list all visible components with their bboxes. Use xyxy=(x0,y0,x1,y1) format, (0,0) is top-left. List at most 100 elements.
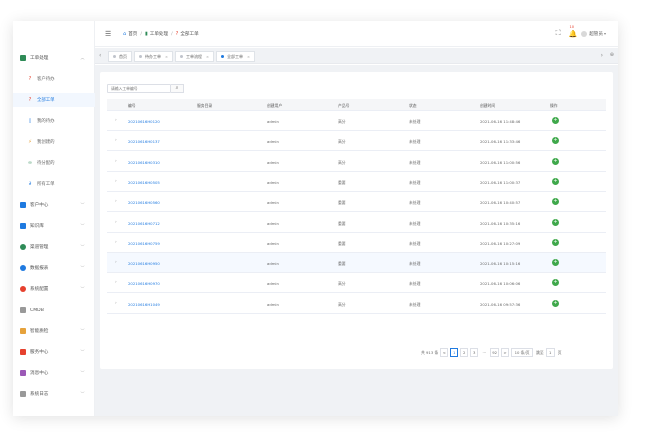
chevron-down-icon[interactable]: ▾ xyxy=(604,31,606,36)
ticket-id-link[interactable]: 20210616H0759 xyxy=(128,241,160,246)
expand-row-icon[interactable]: › xyxy=(115,301,117,306)
expand-row-icon[interactable]: › xyxy=(115,159,117,164)
view-action-icon[interactable]: + xyxy=(552,137,559,145)
tabs-scroll-right-icon[interactable]: › xyxy=(601,52,603,59)
tab-all-tickets[interactable]: 全部工单 × xyxy=(216,51,256,62)
view-action-icon[interactable]: + xyxy=(552,117,559,124)
expand-row-icon[interactable]: › xyxy=(115,179,117,184)
sidebar-item-channels[interactable]: 渠道管理 ﹀ xyxy=(13,240,95,254)
table-row[interactable]: › 20210616H0759 admin 重要 未处理 2021-06-16 10:27… xyxy=(107,232,606,253)
pagination-ellipsis[interactable]: ... xyxy=(480,348,488,357)
table-row[interactable]: › 20210616H0712 admin 重要 未处理 2021-06-16 10:35… xyxy=(107,212,606,233)
sidebar-item-cmdb[interactable]: CMDB xyxy=(13,303,95,317)
sidebar-subitem-my-todo[interactable]: ▯ 我的待办 xyxy=(13,114,95,128)
table-row[interactable]: › 20210616H0137 admin 高分 未处理 2021-06-16 11:33… xyxy=(107,131,606,152)
sidebar-subitem-label: 我创建的 xyxy=(37,140,55,145)
breadcrumb-item-ticket-processing[interactable]: 工单处理 xyxy=(150,31,168,37)
view-action-icon[interactable]: + xyxy=(552,238,559,246)
search-button[interactable]: ⌕ xyxy=(171,84,184,93)
sidebar-item-knowledge-base[interactable]: 知识库 ﹀ xyxy=(13,219,95,233)
ticket-id-link[interactable]: 20210616H0310 xyxy=(128,160,160,165)
cell-status: 未处理 xyxy=(409,200,421,206)
close-icon[interactable]: × xyxy=(247,55,250,59)
chevron-down-icon: ﹀ xyxy=(80,328,85,333)
tab-home[interactable]: 首页 xyxy=(108,51,132,62)
breadcrumb-item-home[interactable]: 首页 xyxy=(128,31,137,37)
tabs-scroll-left-icon[interactable]: ‹ xyxy=(99,52,101,59)
cell-created-time: 2021-06-16 11:48:46 xyxy=(480,119,521,124)
ticket-id-link[interactable]: 20210616H0505 xyxy=(128,180,160,185)
pagination-page-2[interactable]: 2 xyxy=(460,348,469,357)
view-action-icon[interactable]: + xyxy=(552,218,559,226)
message-icon xyxy=(20,370,26,376)
expand-row-icon[interactable]: › xyxy=(115,220,117,225)
ticket-id-link[interactable]: 20210616H0120 xyxy=(128,119,160,124)
fullscreen-icon[interactable]: ⛶ xyxy=(556,29,561,38)
ticket-id-link[interactable]: 20210616H1049 xyxy=(128,302,160,307)
table-row[interactable]: › 20210616H0120 admin 高分 未处理 2021-06-16 11:48… xyxy=(107,111,606,131)
ticket-id-link[interactable]: 20210616H0712 xyxy=(128,221,160,226)
menu-toggle-icon[interactable]: ☰ xyxy=(105,30,111,38)
tabs-menu-icon[interactable]: ⊕ xyxy=(610,52,614,58)
expand-row-icon[interactable]: › xyxy=(115,280,117,285)
expand-row-icon[interactable]: › xyxy=(115,138,117,143)
sidebar-subitem-all-orders[interactable]: ∂ 所有工单 xyxy=(13,177,95,191)
table-row[interactable]: › 20210616H0560 admin 重要 未处理 2021-06-16 10:40… xyxy=(107,192,606,213)
ticket-id-link[interactable]: 20210616H0560 xyxy=(128,200,160,205)
sidebar-item-quality-check[interactable]: 智能质检 ﹀ xyxy=(13,324,95,338)
goto-page-input[interactable]: 1 xyxy=(545,348,555,357)
pagination-page-last[interactable]: 92 xyxy=(490,348,500,357)
sidebar-subitem-my-created[interactable]: ⚡ 我创建的 xyxy=(13,135,95,149)
close-icon[interactable]: × xyxy=(206,55,209,59)
tab-label: 工单流程 xyxy=(186,53,203,59)
sidebar-item-message-center[interactable]: 消息中心 ﹀ xyxy=(13,366,95,380)
pagination-prev-button[interactable]: < xyxy=(440,348,449,357)
page-size-select[interactable]: 10 条/页 xyxy=(511,348,534,357)
expand-row-icon[interactable]: › xyxy=(115,240,117,245)
expand-row-icon[interactable]: › xyxy=(115,118,117,123)
sidebar-subitem-customer-todo[interactable]: ? 客户待办 xyxy=(13,72,95,86)
sidebar-item-system-config[interactable]: 系统配置 ﹀ xyxy=(13,282,95,296)
user-name[interactable]: 超管员 xyxy=(589,31,603,37)
expand-row-icon[interactable]: › xyxy=(115,260,117,265)
view-action-icon[interactable]: + xyxy=(552,299,559,307)
ticket-id-link[interactable]: 20210616H0970 xyxy=(128,281,160,286)
sidebar-item-ticket-processing[interactable]: 工单处理 ︿ xyxy=(13,51,95,65)
notification-bell-icon[interactable]: 🔔 10 xyxy=(568,25,577,38)
chevron-down-icon: ﹀ xyxy=(80,223,85,228)
sidebar-item-reports[interactable]: 数据报表 ﹀ xyxy=(13,261,95,275)
table-row[interactable]: › 20210616H0970 admin 高分 未处理 2021-06-16 10:06… xyxy=(107,273,606,294)
sidebar-item-customer-center[interactable]: 客户中心 ﹀ xyxy=(13,198,95,212)
tab-ticket-flow[interactable]: 工单流程 × xyxy=(175,51,215,62)
avatar[interactable] xyxy=(581,30,588,37)
view-action-icon[interactable]: + xyxy=(552,198,559,206)
cell-status: 未处理 xyxy=(409,159,421,165)
ticket-id-link[interactable]: 20210616H0950 xyxy=(128,261,160,266)
pagination-page-1[interactable]: 1 xyxy=(450,348,459,357)
sidebar-item-service-center[interactable]: 服务中心 ﹀ xyxy=(13,345,95,359)
pagination-page-3[interactable]: 3 xyxy=(470,348,479,357)
table-row[interactable]: › 20210616H0310 admin 高分 未处理 2021-06-16 11:00… xyxy=(107,151,606,172)
expand-row-icon[interactable]: › xyxy=(115,199,117,204)
sidebar-item-label: 消息中心 xyxy=(30,371,49,376)
sidebar-subitem-unassigned[interactable]: ∞ 待分配的 xyxy=(13,156,95,170)
tab-todo-tickets[interactable]: 待办工单 × xyxy=(134,51,174,62)
table-row[interactable]: › 20210616H0505 admin 重要 未处理 2021-06-16 11:00… xyxy=(107,171,606,192)
view-action-icon[interactable]: + xyxy=(552,157,559,165)
pagination-next-button[interactable]: > xyxy=(501,348,510,357)
cell-created-time: 2021-06-16 10:15:16 xyxy=(480,261,521,267)
table-row[interactable]: › 20210616H1049 admin 高分 未处理 2021-06-16 09:57… xyxy=(107,293,606,314)
cell-status: 未处理 xyxy=(409,139,421,145)
close-icon[interactable]: × xyxy=(165,55,168,59)
sidebar-subitem-all-tickets[interactable]: ? 全部工单 xyxy=(13,93,95,107)
table-row[interactable]: › 20210616H0950 admin 重要 未处理 2021-06-16 10:15… xyxy=(107,253,606,274)
search-icon: ⌕ xyxy=(175,85,179,91)
sidebar-item-system-log[interactable]: 系统日志 ﹀ xyxy=(13,387,95,401)
chevron-down-icon: ﹀ xyxy=(80,370,85,375)
view-action-icon[interactable]: + xyxy=(552,279,559,287)
breadcrumb: ⌂ 首页 / ▮ 工单处理 / ? 全部工单 xyxy=(123,31,199,37)
view-action-icon[interactable]: + xyxy=(552,259,559,267)
search-input[interactable] xyxy=(107,84,171,93)
ticket-id-link[interactable]: 20210616H0137 xyxy=(128,139,160,144)
view-action-icon[interactable]: + xyxy=(552,177,559,185)
